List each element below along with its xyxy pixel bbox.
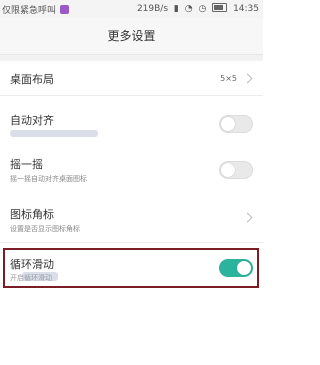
notification-icon (60, 5, 70, 14)
wifi-icon: ◔ (184, 4, 193, 14)
loop-scroll-row[interactable]: 循环滑动 开启循环滑动 (0, 250, 263, 286)
desktop-layout-value: 5×5 (220, 74, 237, 83)
auto-align-row[interactable]: 自动对齐 (0, 104, 263, 147)
auto-align-toggle[interactable] (219, 115, 253, 133)
chevron-right-icon (242, 212, 253, 223)
icon-badge-label: 图标角标 (10, 208, 54, 221)
obscured-text-overlay (10, 130, 98, 137)
icon-badge-description: 设置是否显示图标角标 (10, 225, 80, 233)
obscured-text-overlay (22, 272, 58, 281)
carrier-text: 仅限紧急呼叫 (2, 6, 57, 16)
auto-align-label: 自动对齐 (10, 114, 54, 127)
icon-badge-row[interactable]: 图标角标 设置是否显示图标角标 (0, 192, 263, 243)
shake-row[interactable]: 摇一摇 摇一摇自动对齐桌面图标 (0, 146, 263, 193)
toggle-knob (221, 117, 235, 131)
shake-label: 摇一摇 (10, 158, 43, 171)
battery-icon (212, 3, 228, 12)
alarm-icon: ◷ (198, 4, 207, 14)
toggle-knob (221, 163, 235, 177)
status-bar: 仅限紧急呼叫 219B/s ▮ ◔ ◷ 14:35 (0, 0, 263, 18)
status-left: 仅限紧急呼叫 (2, 3, 70, 16)
status-right: 219B/s ▮ ◔ ◷ 14:35 (134, 3, 259, 14)
page-title: 更多设置 (0, 18, 263, 55)
network-speed: 219B/s (136, 4, 169, 14)
toggle-knob (237, 261, 251, 275)
loop-scroll-toggle[interactable] (219, 259, 253, 277)
chevron-right-icon (242, 73, 253, 84)
desktop-layout-row[interactable]: 桌面布局 5×5 (0, 61, 263, 96)
signal-icon: ▮ (173, 4, 179, 14)
clock: 14:35 (233, 4, 259, 14)
loop-scroll-label: 循环滑动 (10, 258, 54, 271)
shake-toggle[interactable] (219, 161, 253, 179)
shake-description: 摇一摇自动对齐桌面图标 (10, 175, 87, 183)
desktop-layout-label: 桌面布局 (10, 73, 54, 86)
